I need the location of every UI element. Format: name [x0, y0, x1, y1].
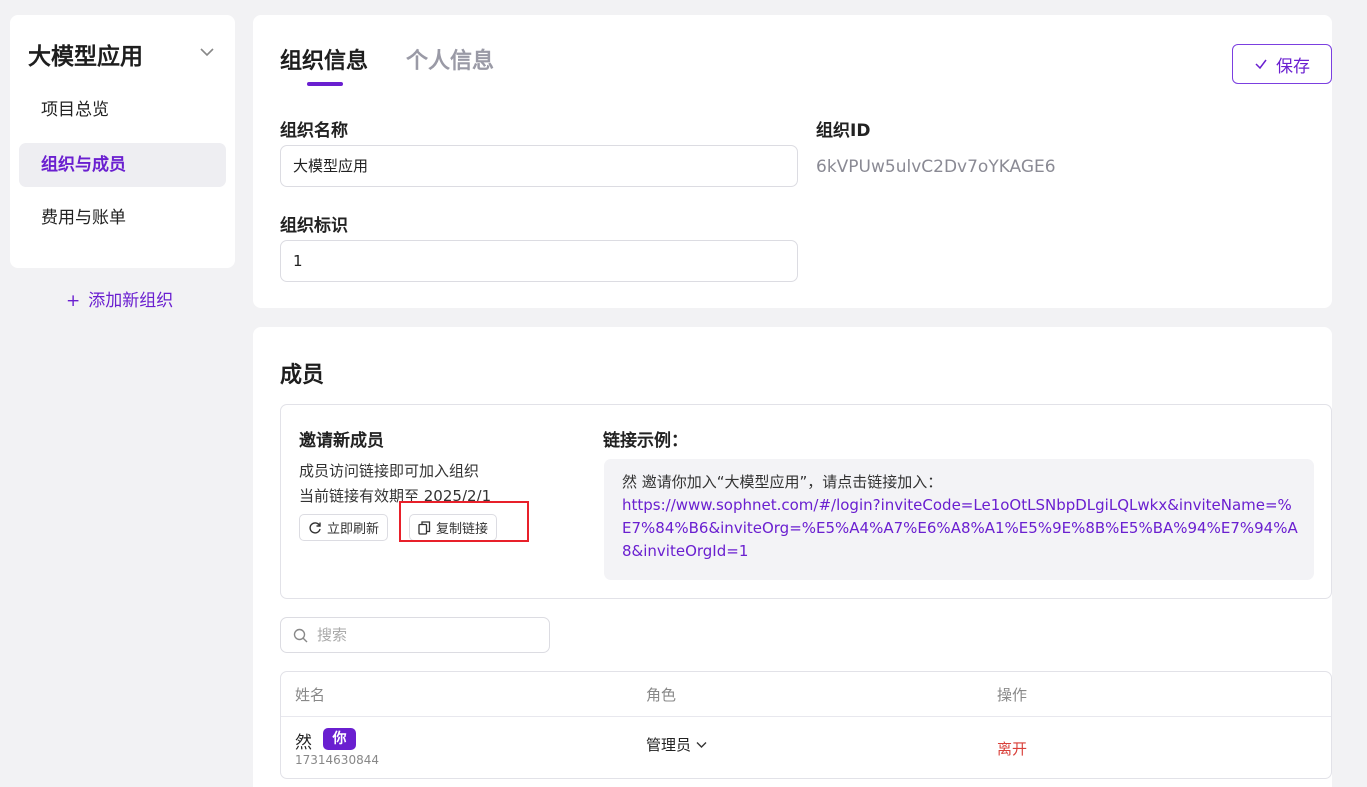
invite-link[interactable]: https://www.sophnet.com/#/login?inviteCo…	[622, 494, 1298, 563]
org-info-card: 组织信息 个人信息 保存 组织名称 大模型应用 组织ID 6kVPUw5ulvC…	[253, 15, 1332, 308]
link-example-text: 然 邀请你加入“大模型应用”，请点击链接加入：	[622, 473, 943, 491]
header-action: 操作	[997, 686, 1028, 704]
tab-org-info[interactable]: 组织信息	[280, 43, 368, 75]
leave-button[interactable]: 离开	[997, 738, 1027, 759]
org-name-label: 组织名称	[280, 121, 348, 141]
sidebar-item-overview[interactable]: 项目总览	[19, 88, 226, 132]
org-id-value: 6kVPUw5ulvC2Dv7oYKAGE6	[816, 157, 1056, 177]
chevron-down-icon[interactable]	[198, 43, 216, 61]
invite-panel: 邀请新成员 成员访问链接即可加入组织 当前链接有效期至 2025/2/1 立即刷…	[280, 404, 1332, 599]
sidebar-item-billing[interactable]: 费用与账单	[19, 196, 226, 240]
check-icon	[1255, 59, 1267, 70]
refresh-label: 立即刷新	[327, 522, 380, 537]
member-phone: 17314630844	[295, 753, 379, 767]
save-button[interactable]: 保存	[1232, 44, 1332, 84]
link-example-box: 然 邀请你加入“大模型应用”，请点击链接加入： https://www.soph…	[604, 459, 1314, 580]
role-value: 管理员	[646, 736, 692, 754]
add-org-button[interactable]: + 添加新组织	[66, 286, 173, 311]
org-name-input[interactable]: 大模型应用	[280, 145, 798, 187]
sidebar-item-org-members[interactable]: 组织与成员	[19, 143, 226, 187]
header-role: 角色	[646, 686, 677, 704]
header-name: 姓名	[295, 686, 326, 704]
link-example-title: 链接示例：	[603, 431, 688, 451]
tab-personal-info[interactable]: 个人信息	[406, 43, 494, 75]
plus-icon: +	[66, 291, 81, 311]
add-org-label: 添加新组织	[88, 291, 174, 311]
app-page: 大模型应用 项目总览 组织与成员 费用与账单 + 添加新组织 组织信息 个人信息 …	[0, 0, 1367, 787]
member-search[interactable]	[280, 617, 550, 653]
highlight-box	[399, 501, 529, 542]
table-divider	[281, 716, 1331, 717]
you-badge: 你	[323, 728, 356, 750]
refresh-icon	[309, 521, 321, 534]
save-label: 保存	[1276, 56, 1310, 77]
search-input[interactable]	[317, 626, 517, 644]
members-table: 姓名 角色 操作 然 你 17314630844 管理员 离开	[280, 671, 1332, 779]
org-tag-label: 组织标识	[280, 216, 348, 236]
org-switcher-title[interactable]: 大模型应用	[28, 37, 143, 71]
role-select[interactable]: 管理员	[646, 734, 708, 755]
org-tag-input[interactable]: 1	[280, 240, 798, 282]
search-icon	[293, 628, 308, 642]
refresh-link-button[interactable]: 立即刷新	[299, 514, 389, 541]
org-id-label: 组织ID	[816, 121, 871, 141]
members-card: 成员 邀请新成员 成员访问链接即可加入组织 当前链接有效期至 2025/2/1 …	[253, 327, 1332, 787]
invite-description: 成员访问链接即可加入组织	[299, 462, 480, 480]
sidebar: 大模型应用 项目总览 组织与成员 费用与账单	[10, 15, 235, 268]
member-name: 然	[295, 733, 312, 753]
members-title: 成员	[280, 363, 325, 388]
chevron-down-icon	[696, 742, 707, 748]
active-tab-indicator	[307, 82, 343, 86]
invite-title: 邀请新成员	[299, 431, 384, 451]
